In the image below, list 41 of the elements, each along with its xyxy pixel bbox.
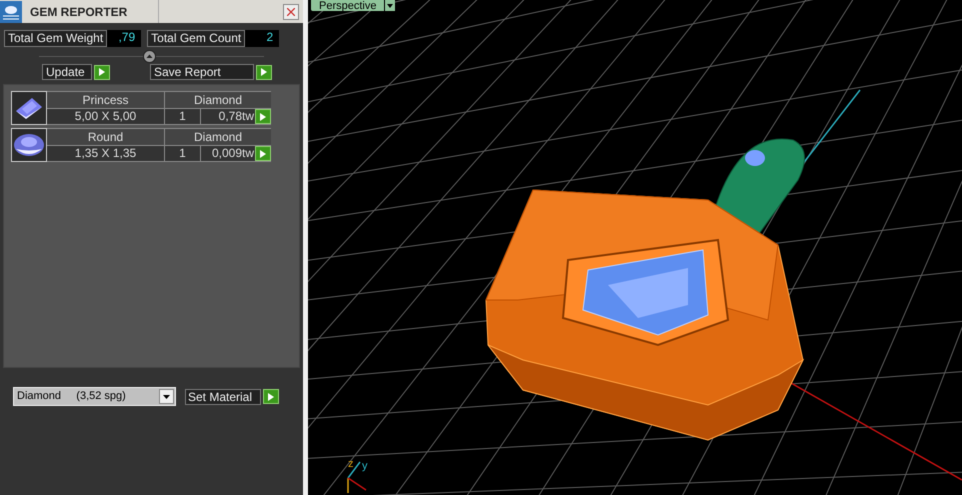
count-cell: 1: [165, 146, 201, 161]
play-icon: [260, 150, 266, 158]
axis-gizmo-icon: [347, 462, 366, 493]
dropdown-caret-icon: [163, 394, 170, 398]
play-icon: [260, 112, 266, 120]
app-icon: [0, 0, 22, 22]
play-icon: [261, 68, 267, 76]
material-cell: Diamond: [165, 92, 271, 108]
total-label: Total Gem Weight: [4, 30, 108, 47]
play-icon: [99, 68, 105, 76]
round-gem-icon: [13, 132, 45, 158]
weight-cell: 0,78tw: [201, 109, 255, 124]
cut-cell: Princess: [47, 92, 165, 108]
action-button[interactable]: Update: [42, 64, 92, 80]
total-label: Total Gem Count: [147, 30, 246, 47]
total-value: 2: [245, 30, 280, 47]
axis-label: z: [348, 459, 354, 470]
viewport-menu-caret-icon: [387, 4, 394, 8]
close-button[interactable]: [283, 4, 299, 20]
dropdown-value: Diamond (3,52 spg): [17, 389, 127, 404]
size-cell: 5,00 X 5,00: [47, 109, 165, 124]
material-cell: Diamond: [165, 129, 271, 145]
run-button[interactable]: [256, 64, 272, 80]
set-material-button[interactable]: Set Material: [185, 388, 261, 404]
axis-label: y: [362, 461, 368, 472]
window-title: GEM REPORTER: [30, 4, 128, 20]
size-cell: 1,35 X 1,35: [47, 146, 165, 161]
play-icon: [268, 392, 274, 400]
total-value: ,79: [107, 30, 142, 47]
splitter-handle[interactable]: [143, 50, 156, 62]
gem-row[interactable]: Round Diamond 1,35 X 1,35 1 0,009tw: [11, 128, 271, 162]
run-button[interactable]: [94, 64, 110, 80]
weight-cell: 0,009tw: [201, 146, 255, 161]
action-button[interactable]: Save Report: [150, 64, 254, 80]
count-cell: 1: [165, 109, 201, 124]
square-gem-icon: [14, 95, 44, 121]
material-dropdown[interactable]: Diamond (3,52 spg): [13, 387, 176, 406]
viewport-label[interactable]: Perspective: [311, 0, 384, 11]
close-icon: [287, 8, 295, 16]
cut-cell: Round: [47, 129, 165, 145]
gem-row[interactable]: Princess Diamond 5,00 X 5,00 1 0,78tw: [11, 91, 271, 125]
